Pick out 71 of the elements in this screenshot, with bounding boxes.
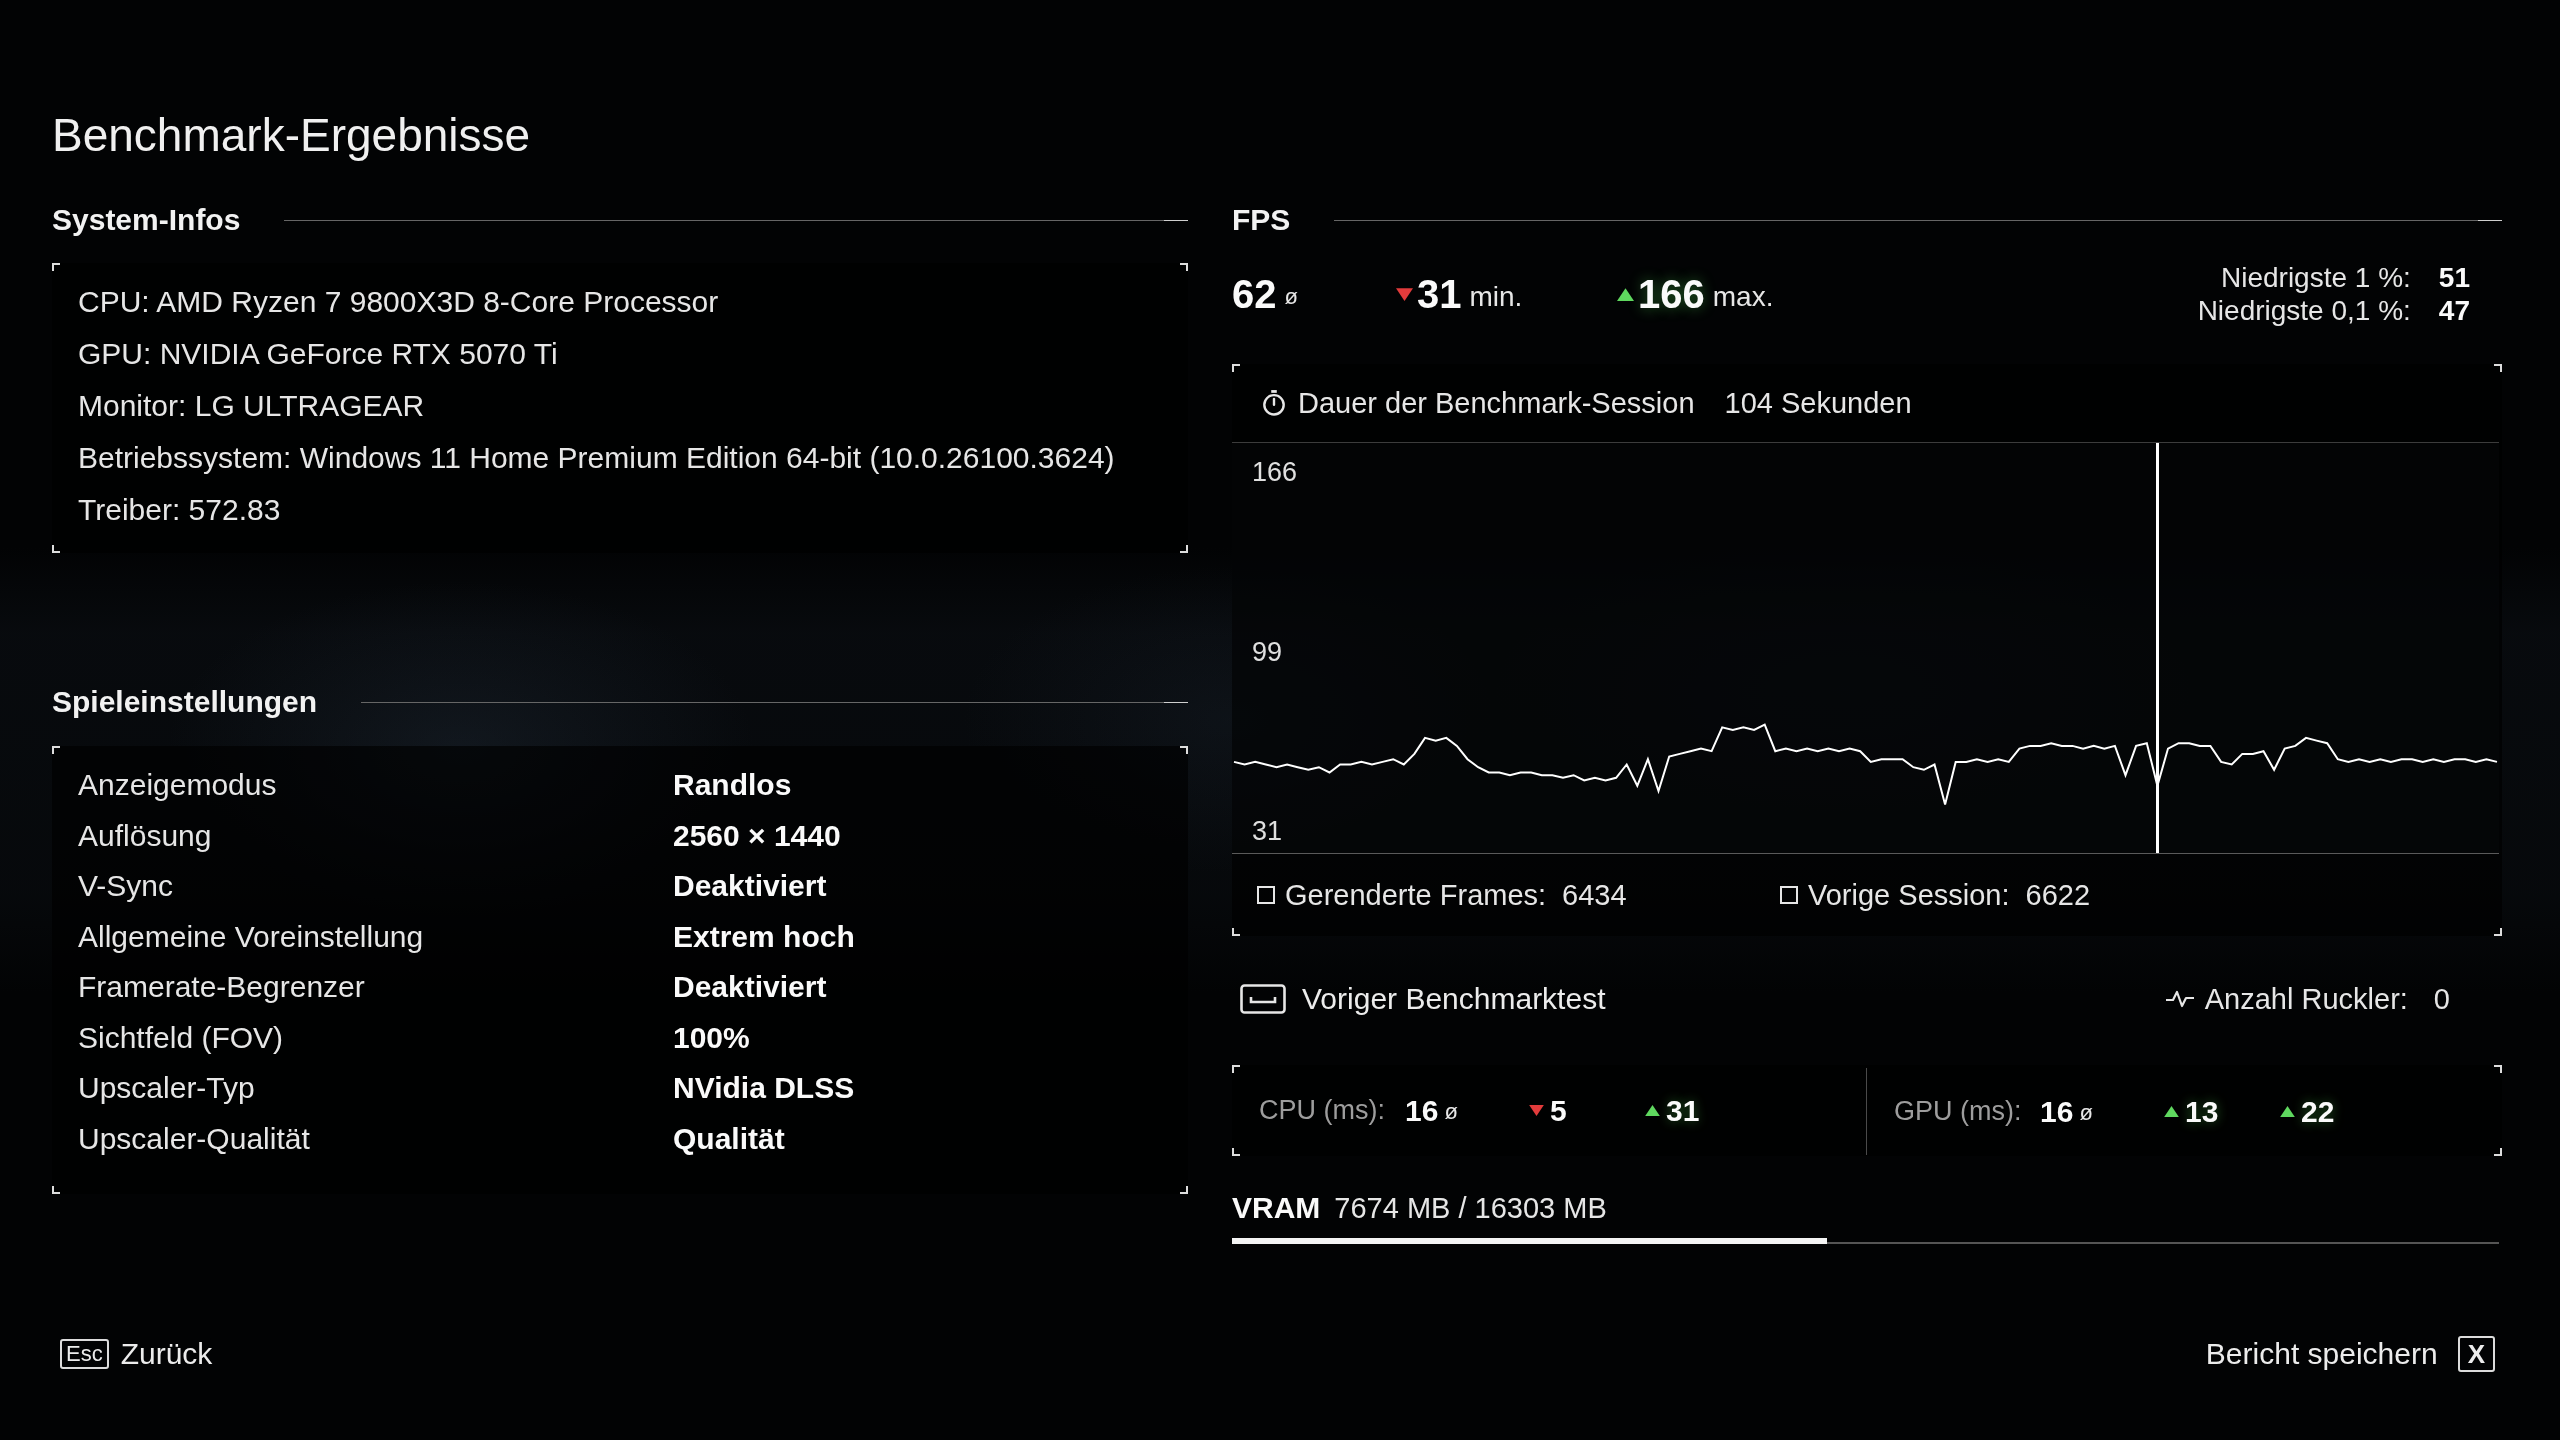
system-info-text: Treiber: 572.83 (78, 492, 282, 528)
low-fps-label: Niedrigste 0,1 %: (2197, 294, 2411, 327)
fps-scale-label: 99 (1252, 636, 1283, 667)
fps-value: 166 (1638, 271, 1705, 318)
fps-scale-label: 166 (1252, 457, 1298, 487)
low-fps-value: 51 (2438, 261, 2470, 294)
setting-label: Allgemeine Voreinstellung (78, 918, 425, 955)
frame-time-unit: ø (2079, 1099, 2093, 1126)
setting-label: Anzeigemodus (78, 767, 278, 803)
frame-time-unit: ø (1444, 1098, 1458, 1125)
setting-value: Deaktiviert (673, 868, 828, 904)
save-report-button[interactable]: Bericht speichern X (2205, 1336, 2495, 1372)
setting-label: Upscaler-Typ (78, 1070, 256, 1106)
low-fps-label: Niedrigste 1 %: (2219, 261, 2411, 294)
setting-label: Auflösung (78, 817, 213, 854)
vram-label: VRAM (1232, 1191, 1321, 1225)
setting-value: Deaktiviert (673, 969, 828, 1005)
down-triangle-icon (1396, 287, 1413, 301)
setting-label: Sichtfeld (FOV) (78, 1019, 285, 1056)
stutter-count-label: Anzahl Ruckler: (2204, 982, 2408, 1016)
system-info-text: GPU: NVIDIA GeForce RTX 5070 Ti (78, 336, 559, 372)
setting-label: Framerate-Begrenzer (78, 969, 366, 1005)
frame-time-label: CPU (ms): (1259, 1095, 1386, 1126)
stutter-count-value: 0 (2433, 982, 2450, 1016)
frames-label: Vorige Session: (1808, 878, 2010, 912)
setting-value: NVidia DLSS (673, 1070, 856, 1106)
section-heading: Spieleinstellungen (52, 685, 318, 719)
fps-value: 31 (1417, 271, 1462, 318)
system-info-text: Betriebssystem: Windows 11 Home Premium Edition 64-bit (10.0.26100.3624) (78, 440, 1116, 476)
session-duration-value: 104 Sekunden (1724, 386, 1912, 420)
page-title: Benchmark-Ergebnisse (52, 108, 531, 163)
frames-value: 6622 (2025, 878, 2091, 912)
setting-value: Qualität (673, 1120, 786, 1157)
frames-label: Gerenderte Frames: (1285, 878, 1547, 912)
section-heading: FPS (1232, 203, 1291, 237)
fps-unit: ø (1284, 283, 1298, 311)
section-heading: System-Infos (52, 203, 241, 237)
session-duration-label: Dauer der Benchmark-Session (1298, 386, 1695, 420)
fps-scale-label: 31 (1252, 816, 1283, 846)
setting-value: 2560 × 1440 (673, 817, 842, 854)
setting-value: Extrem hoch (673, 918, 856, 955)
setting-label: Upscaler-Qualität (78, 1120, 311, 1157)
frame-time-value: 16 (2040, 1093, 2074, 1130)
spacebar-key-icon (1240, 984, 1286, 1014)
fps-unit: min. (1469, 280, 1523, 314)
stopwatch-icon (1262, 390, 1286, 416)
frame-time-value: 22 (2301, 1093, 2335, 1130)
setting-value: 100% (673, 1019, 751, 1056)
vram-value: 7674 MB / 16303 MB (1334, 1191, 1607, 1225)
down-triangle-icon (1529, 1105, 1544, 1116)
square-icon (1257, 886, 1275, 904)
system-info-text: Monitor: LG ULTRAGEAR (78, 388, 426, 424)
setting-label: V-Sync (78, 868, 175, 904)
square-icon (1780, 886, 1798, 904)
setting-value: Randlos (673, 767, 793, 803)
frame-time-value: 13 (2185, 1093, 2219, 1130)
frame-time-value: 5 (1550, 1092, 1567, 1129)
fps-value: 62 (1232, 271, 1277, 318)
frame-time-value: 31 (1666, 1092, 1700, 1129)
key-hint: X (2457, 1336, 2495, 1372)
up-triangle-icon (2164, 1106, 2179, 1117)
frame-time-label: GPU (ms): (1894, 1096, 2023, 1127)
fps-unit: max. (1712, 280, 1774, 314)
system-info-text: CPU: AMD Ryzen 7 9800X3D 8-Core Processor (78, 284, 720, 320)
low-fps-value: 47 (2438, 294, 2470, 327)
previous-benchmark-button[interactable]: Voriger Benchmarktest (1240, 982, 1606, 1016)
back-button[interactable]: Esc Zurück (60, 1337, 213, 1371)
frames-value: 6434 (1562, 878, 1627, 912)
frame-time-value: 16 (1405, 1092, 1439, 1129)
key-hint: Esc (60, 1339, 109, 1369)
pulse-icon (2164, 989, 2195, 1009)
